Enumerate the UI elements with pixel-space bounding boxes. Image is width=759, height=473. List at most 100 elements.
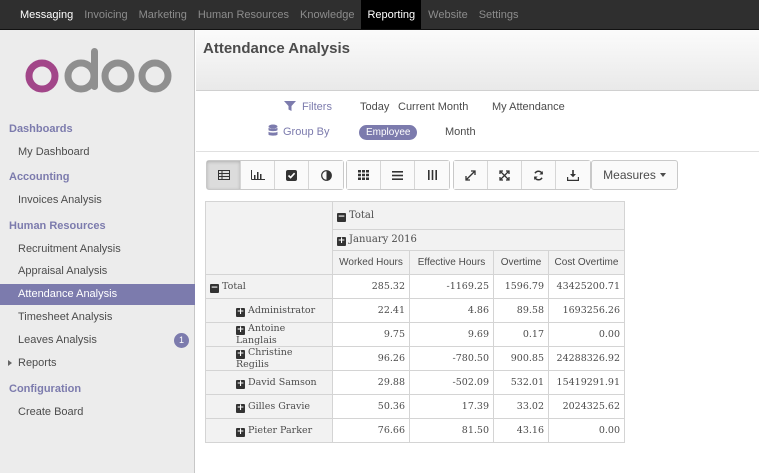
table-row: + Gilles Gravie 50.36 17.39 33.02 2024325… [205, 394, 625, 419]
divider [196, 151, 759, 152]
caret-right-icon [8, 360, 12, 366]
sidebar-item-create-board[interactable]: Create Board [0, 402, 195, 423]
cell-value: 33.02 [493, 394, 549, 419]
expand-plus-icon: + [236, 349, 245, 359]
pivot-table: − Total + January 2016 Worked Hours Effect… [205, 201, 625, 443]
row-header-total[interactable]: − Total [205, 274, 333, 299]
cell-value: 81.50 [409, 418, 494, 443]
expand-plus-icon: + [236, 426, 245, 437]
list-layout-button[interactable] [381, 161, 415, 189]
caret-down-icon [659, 173, 666, 177]
check-icon [286, 169, 297, 181]
grid-layout-button[interactable] [347, 161, 381, 189]
header-effective-hours[interactable]: Effective Hours [409, 250, 494, 275]
sidebar-item-label: Leaves Analysis [18, 334, 97, 346]
row-header-employee[interactable]: + Antoine Langlais [205, 322, 333, 347]
sidebar-item-timesheet-analysis[interactable]: Timesheet Analysis [0, 307, 195, 328]
nav-messaging[interactable]: Messaging [16, 0, 77, 29]
cell-value: 76.66 [332, 418, 410, 443]
cell-value: 24288326.92 [548, 346, 625, 371]
pivot-corner [205, 201, 333, 275]
grid-icon [358, 170, 369, 180]
sidebar-item-invoices-analysis[interactable]: Invoices Analysis [0, 190, 195, 211]
expand-icon [465, 169, 476, 181]
nav-human-resources[interactable]: Human Resources [194, 0, 293, 29]
cell-value: 4.86 [409, 298, 494, 323]
actions-group [453, 160, 591, 190]
line-chart-button[interactable] [275, 161, 309, 189]
expand-plus-icon: + [236, 378, 245, 389]
expand-all-button[interactable] [454, 161, 488, 189]
cell-value: 9.69 [409, 322, 494, 347]
filter-icon [284, 101, 296, 111]
expand-plus-icon: + [236, 402, 245, 413]
nav-invoicing[interactable]: Invoicing [80, 0, 131, 29]
table-row-total: − Total 285.32 -1169.25 1596.79 43425200.… [205, 274, 625, 299]
cell-value: 285.32 [332, 274, 410, 299]
collapse-minus-icon: − [210, 282, 219, 293]
cell-value: 15419291.91 [548, 370, 625, 395]
header-worked-hours[interactable]: Worked Hours [332, 250, 410, 275]
cell-value: 1693256.26 [548, 298, 625, 323]
nav-reporting[interactable]: Reporting [361, 0, 422, 29]
header-cost-overtime[interactable]: Cost Overtime [548, 250, 625, 275]
nav-settings[interactable]: Settings [475, 0, 523, 29]
sidebar-item-reports[interactable]: Reports [0, 353, 195, 374]
filter-current-month[interactable]: Current Month [398, 101, 468, 113]
sidebar-item-my-dashboard[interactable]: My Dashboard [0, 142, 195, 163]
group-by-label[interactable]: Group By [283, 126, 329, 138]
refresh-button[interactable] [522, 161, 556, 189]
pivot-table-button[interactable] [207, 161, 241, 189]
pie-chart-button[interactable] [309, 161, 343, 189]
filters-label[interactable]: Filters [302, 101, 332, 113]
columns-layout-button[interactable] [415, 161, 449, 189]
filter-today[interactable]: Today [360, 101, 389, 113]
collapse-icon [499, 169, 510, 181]
cell-value: 17.39 [409, 394, 494, 419]
cell-value: 89.58 [493, 298, 549, 323]
sidebar-item-recruitment-analysis[interactable]: Recruitment Analysis [0, 239, 195, 260]
sidebar-item-appraisal-analysis[interactable]: Appraisal Analysis [0, 261, 195, 282]
sidebar-item-attendance-analysis[interactable]: Attendance Analysis [0, 284, 195, 305]
sidebar-item-label: Reports [18, 357, 57, 369]
cell-value: 0.00 [548, 322, 625, 347]
measures-dropdown[interactable]: Measures [591, 160, 678, 190]
sidebar-item-leaves-analysis[interactable]: Leaves Analysis 1 [0, 330, 195, 351]
sidebar: Dashboards My Dashboard Accounting Invoi… [0, 30, 195, 473]
expand-plus-icon: + [236, 325, 245, 335]
filter-my-attendance[interactable]: My Attendance [492, 101, 565, 113]
sidebar-section-dashboards: Dashboards [9, 123, 73, 135]
sidebar-section-accounting: Accounting [9, 171, 70, 183]
groupby-month[interactable]: Month [445, 126, 476, 138]
measures-label: Measures [603, 168, 656, 182]
bar-chart-button[interactable] [241, 161, 275, 189]
row-header-employee[interactable]: + Christine Regilis [205, 346, 333, 371]
row-header-employee[interactable]: + Pieter Parker [205, 418, 333, 443]
refresh-icon [533, 170, 544, 180]
main-content: Attendance Analysis Filters Today Curren… [196, 30, 759, 473]
cell-value: 96.26 [332, 346, 410, 371]
nav-marketing[interactable]: Marketing [135, 0, 191, 29]
view-mode-group [206, 160, 344, 190]
expand-plus-icon: + [236, 306, 245, 317]
top-navbar: Messaging Invoicing Marketing Human Reso… [0, 0, 759, 30]
odoo-logo[interactable] [24, 44, 174, 106]
nav-knowledge[interactable]: Knowledge [296, 0, 358, 29]
collapse-all-button[interactable] [488, 161, 522, 189]
row-header-employee[interactable]: + Administrator [205, 298, 333, 323]
collapse-minus-icon: − [337, 211, 346, 222]
bar-chart-icon [250, 170, 265, 180]
row-header-employee[interactable]: + Gilles Gravie [205, 394, 333, 419]
cell-value: 900.85 [493, 346, 549, 371]
groupby-employee-chip[interactable]: Employee [359, 125, 418, 140]
cell-value: -502.09 [409, 370, 494, 395]
col-header-january-2016[interactable]: + January 2016 [332, 229, 625, 251]
download-button[interactable] [556, 161, 590, 189]
nav-website[interactable]: Website [424, 0, 472, 29]
table-row: + Christine Regilis 96.26 -780.50 900.85 … [205, 346, 625, 371]
header-overtime[interactable]: Overtime [493, 250, 549, 275]
cell-value: 43425200.71 [548, 274, 625, 299]
sidebar-section-configuration: Configuration [9, 383, 82, 395]
col-header-total[interactable]: − Total [332, 201, 625, 230]
row-header-employee[interactable]: + David Samson [205, 370, 333, 395]
